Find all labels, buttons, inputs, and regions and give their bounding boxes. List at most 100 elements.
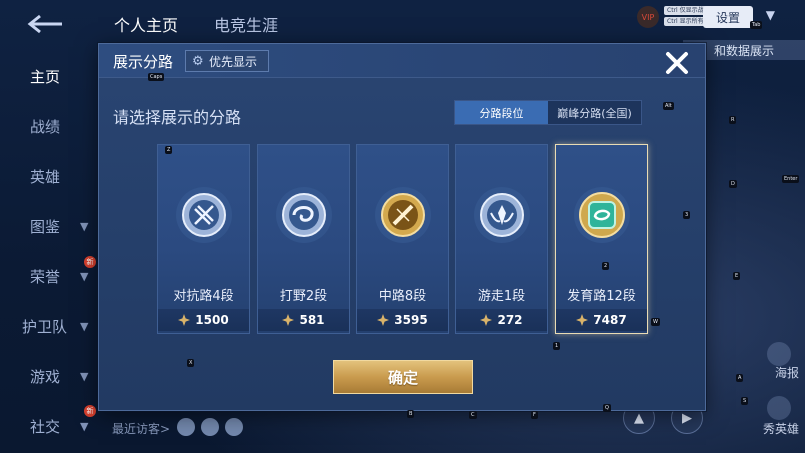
lane-card-top[interactable]: 对抗路4段 1500: [157, 144, 250, 334]
side-item-home[interactable]: 主页: [0, 61, 100, 91]
lane-score-bar: 7487: [556, 309, 647, 331]
rank-star-icon: [377, 314, 390, 326]
tab-lane-rank[interactable]: 分路段位: [455, 101, 548, 124]
lane-score-bar: 1500: [158, 309, 249, 331]
side-item-label: 社交: [30, 417, 61, 436]
green-gem-emblem-icon: [574, 187, 630, 243]
notification-badge: 新: [84, 405, 96, 417]
lane-score: 581: [299, 313, 325, 327]
silver-wings-emblem-icon: [474, 187, 530, 243]
dialog-header: 展示分路 ⚙ 优先显示: [99, 44, 705, 78]
show-hero-icon[interactable]: [767, 396, 791, 420]
poster-icon[interactable]: [767, 342, 791, 366]
show-hero-label[interactable]: 秀英雄: [763, 420, 799, 437]
lane-card-roam[interactable]: 游走1段 272: [455, 144, 548, 334]
close-icon: [666, 52, 688, 74]
close-button[interactable]: [660, 48, 694, 78]
tab-peak-lane-national[interactable]: 巅峰分路(全国): [548, 101, 641, 124]
hotkey-hint: 2: [602, 262, 610, 270]
side-item-label: 荣誉: [30, 267, 61, 286]
hotkey-hint: W: [651, 318, 660, 326]
settings-button[interactable]: 设置: [703, 6, 753, 28]
priority-display-label: 优先显示: [209, 54, 258, 69]
lane-score-bar: 581: [258, 309, 349, 331]
dialog-title: 展示分路: [113, 53, 174, 71]
side-item-guard[interactable]: 护卫队 ▼: [0, 311, 100, 341]
tab-profile-home[interactable]: 个人主页: [114, 12, 178, 36]
lane-card-jungle[interactable]: 打野2段 581: [257, 144, 350, 334]
side-item-label: 战绩: [30, 117, 61, 136]
side-item-label: 英雄: [30, 167, 61, 186]
hotkey-hint: S: [741, 397, 749, 405]
lane-cards: 对抗路4段 1500 打野2段 581 中路8段 3595 游走1段 272 发…: [157, 144, 649, 336]
lane-card-adc[interactable]: 发育路12段 7487: [555, 144, 648, 334]
hotkey-hint: Z: [165, 146, 173, 154]
rank-star-icon: [282, 314, 295, 326]
hotkey-hint: X: [187, 359, 195, 367]
lane-name: 中路8段: [378, 289, 427, 304]
side-item-social[interactable]: 社交 ▼: [0, 411, 100, 441]
lane-name: 游走1段: [477, 289, 526, 304]
gear-icon: ⚙: [192, 53, 204, 69]
chevron-down-icon: ▼: [80, 369, 89, 383]
lane-score: 272: [497, 313, 523, 327]
side-item-codex[interactable]: 图鉴 ▼: [0, 211, 100, 241]
play-icon: ▶: [682, 410, 692, 426]
rank-star-icon: [480, 314, 493, 326]
lane-name: 发育路12段: [567, 289, 636, 304]
selection-prompt: 请选择展示的分路: [113, 108, 242, 127]
hotkey-hint: F: [531, 411, 538, 419]
hotkey-hint: D: [729, 180, 737, 188]
side-item-label: 护卫队: [22, 317, 68, 336]
priority-display-button[interactable]: ⚙ 优先显示: [185, 50, 269, 72]
visitor-avatar[interactable]: [225, 418, 243, 436]
chevron-down-icon: ▼: [80, 419, 89, 433]
up-arrow-icon: ▲: [634, 410, 644, 426]
poster-label[interactable]: 海报: [775, 364, 799, 381]
visitor-avatar[interactable]: [201, 418, 219, 436]
side-item-label: 主页: [30, 67, 61, 86]
side-item-games[interactable]: 游戏 ▼: [0, 361, 100, 391]
rank-star-icon: [576, 314, 589, 326]
side-item-heroes[interactable]: 英雄: [0, 161, 100, 191]
hotkey-hint: Caps: [148, 73, 165, 81]
hotkey-hint: R: [729, 116, 737, 124]
lane-card-mid[interactable]: 中路8段 3595: [356, 144, 449, 334]
side-item-label: 游戏: [30, 367, 61, 386]
lane-score-bar: 3595: [357, 309, 448, 331]
chevron-down-icon: ▼: [80, 219, 89, 233]
expand-chevron-icon[interactable]: ▼: [766, 8, 775, 22]
back-arrow-icon: [27, 14, 62, 34]
lane-name: 对抗路4段: [173, 289, 234, 304]
visitor-avatar[interactable]: [177, 418, 195, 436]
lane-score-bar: 272: [456, 309, 547, 331]
rank-star-icon: [178, 314, 191, 326]
chevron-down-icon: ▼: [80, 319, 89, 333]
chevron-down-icon: ▼: [80, 269, 89, 283]
hotkey-hint: Enter: [782, 175, 800, 183]
silver-sword-emblem-icon: [176, 187, 232, 243]
hotkey-hint: Tab: [750, 21, 763, 29]
hotkey-hint: 1: [553, 342, 561, 350]
lane-name: 打野2段: [279, 289, 328, 304]
notification-badge: 新: [84, 256, 96, 268]
lane-score: 1500: [195, 313, 229, 327]
gold-staff-emblem-icon: [375, 187, 431, 243]
back-button[interactable]: [22, 10, 70, 38]
lane-score: 7487: [593, 313, 627, 327]
hotkey-hint: C: [469, 411, 477, 419]
lane-score: 3595: [394, 313, 428, 327]
side-item-records[interactable]: 战绩: [0, 111, 100, 141]
recent-visitors-link[interactable]: 最近访客>: [112, 420, 170, 437]
lane-display-dialog: 展示分路 ⚙ 优先显示 请选择展示的分路 分路段位 巅峰分路(全国) 对抗路4段: [98, 43, 706, 411]
silver-swirl-emblem-icon: [276, 187, 332, 243]
side-item-label: 图鉴: [30, 217, 61, 236]
confirm-button[interactable]: 确定: [333, 360, 473, 394]
hotkey-hint: Alt: [663, 102, 674, 110]
hotkey-hint: 3: [683, 211, 691, 219]
segment-switch: 分路段位 巅峰分路(全国): [454, 100, 642, 125]
tab-esports-career[interactable]: 电竞生涯: [214, 12, 278, 36]
vip-badge: VIP: [637, 6, 659, 28]
hotkey-hint: Q: [603, 404, 611, 412]
hotkey-hint: E: [733, 272, 741, 280]
